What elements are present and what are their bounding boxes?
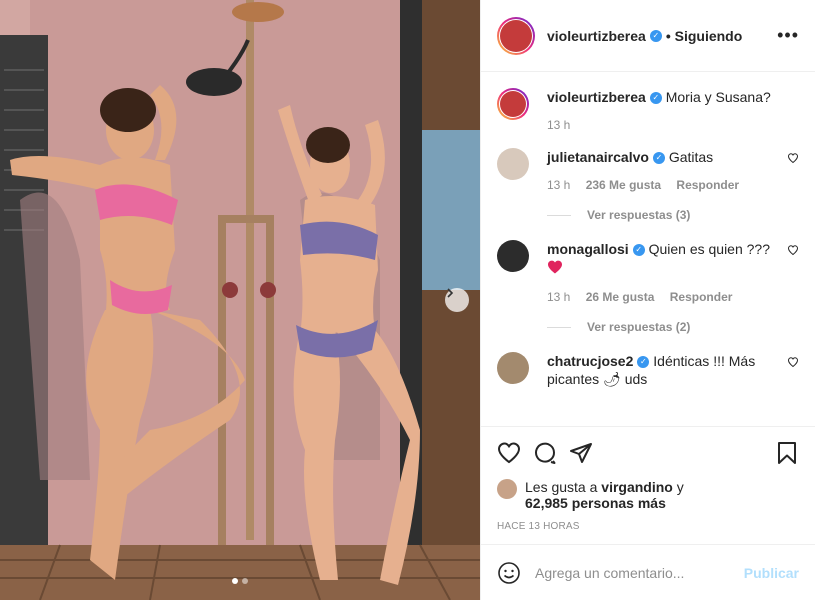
view-replies-button[interactable]: Ver respuestas (2) [547,320,799,334]
reply-button[interactable]: Responder [676,178,739,192]
like-comment-button[interactable] [775,240,799,306]
bookmark-icon [778,441,796,464]
heart-outline-icon [787,357,799,368]
comment-avatar[interactable] [497,148,529,180]
comment-text: Gatitas [668,149,714,165]
comment-username[interactable]: monagallosi [547,241,629,257]
comment-time[interactable]: 13 h [547,178,570,192]
like-comment-button[interactable] [775,352,799,388]
avatar-image [500,19,532,52]
post-photo[interactable] [0,0,480,600]
follow-status[interactable]: • Siguiendo [666,28,742,44]
publish-button[interactable]: Publicar [744,565,799,581]
liker-username[interactable]: virgandino [601,479,673,495]
red-heart-emoji-icon [548,260,562,274]
post-actions: Les gusta a virgandino y 62,985 personas… [481,426,815,544]
save-button[interactable] [775,441,799,470]
heart-outline-icon [787,153,799,164]
author-username[interactable]: violeurtizberea [547,28,646,44]
comment-avatar[interactable] [497,240,529,272]
reply-button[interactable]: Responder [670,290,733,304]
emoji-icon[interactable] [497,561,521,585]
comment-username[interactable]: julietanaircalvo [547,149,649,165]
carousel-dot-active [232,578,238,584]
comment-likes[interactable]: 26 Me gusta [586,290,655,304]
likes-count[interactable]: 62,985 personas más [525,495,666,511]
verified-icon: ✓ [632,244,645,257]
likes-summary: Les gusta a virgandino y 62,985 personas… [497,479,799,511]
comment-likes[interactable]: 236 Me gusta [586,178,661,192]
comments-list: violeurtizberea ✓ Moria y Susana? 13 h ju… [481,72,815,426]
caption: violeurtizberea ✓ Moria y Susana? 13 h [497,88,799,134]
more-options-icon[interactable]: ••• [777,25,799,46]
post-timestamp[interactable]: HACE 13 HORAS [497,521,799,532]
caption-username[interactable]: violeurtizberea [547,89,646,105]
post-header: violeurtizberea ✓ • Siguiendo ••• [481,0,815,72]
heart-outline-icon [787,245,799,256]
likes-connector: y [676,479,684,495]
view-replies-button[interactable]: Ver respuestas (3) [547,208,799,222]
comment-item: chatrucjose2 ✓ Idénticas !!! Más picantes… [497,352,799,388]
comment-username[interactable]: chatrucjose2 [547,353,633,369]
like-button[interactable] [497,441,521,470]
add-comment-bar: Publicar [481,544,815,600]
chevron-right-icon [447,288,454,298]
like-comment-button[interactable] [775,148,799,194]
comment-item: monagallosi ✓ Quien es quien ??? 13 h 26 … [497,240,799,306]
heart-icon [497,441,521,463]
photo-illustration [0,0,480,600]
comment-bubble-icon [535,442,556,464]
comment-item: julietanaircalvo ✓ Gatitas 13 h 236 Me gu… [497,148,799,194]
liker-avatar[interactable] [497,479,517,499]
comment-time[interactable]: 13 h [547,290,570,304]
comment-avatar[interactable] [497,352,529,384]
post-side-panel: violeurtizberea ✓ • Siguiendo ••• violeu… [480,0,815,600]
paper-plane-icon [570,442,592,463]
likes-prefix: Les gusta a [525,479,598,495]
author-avatar[interactable] [497,16,535,55]
comment-button[interactable] [533,441,557,470]
view-replies-label: Ver respuestas (3) [587,208,691,222]
share-button[interactable] [569,441,593,470]
verified-icon: ✓ [649,92,662,105]
comment-emoji [547,260,775,278]
caption-text: Moria y Susana? [665,89,771,105]
carousel-indicator [0,578,480,584]
carousel-dot [242,578,248,584]
view-replies-label: Ver respuestas (2) [587,320,691,334]
comment-input[interactable] [535,564,744,581]
next-photo-button[interactable] [445,288,469,312]
comment-text: Quien es quien ??? [648,241,771,257]
verified-icon: ✓ [649,29,662,42]
caption-avatar[interactable] [497,88,529,120]
verified-icon: ✓ [652,152,665,165]
verified-icon: ✓ [637,356,650,369]
caption-time[interactable]: 13 h [547,118,570,132]
